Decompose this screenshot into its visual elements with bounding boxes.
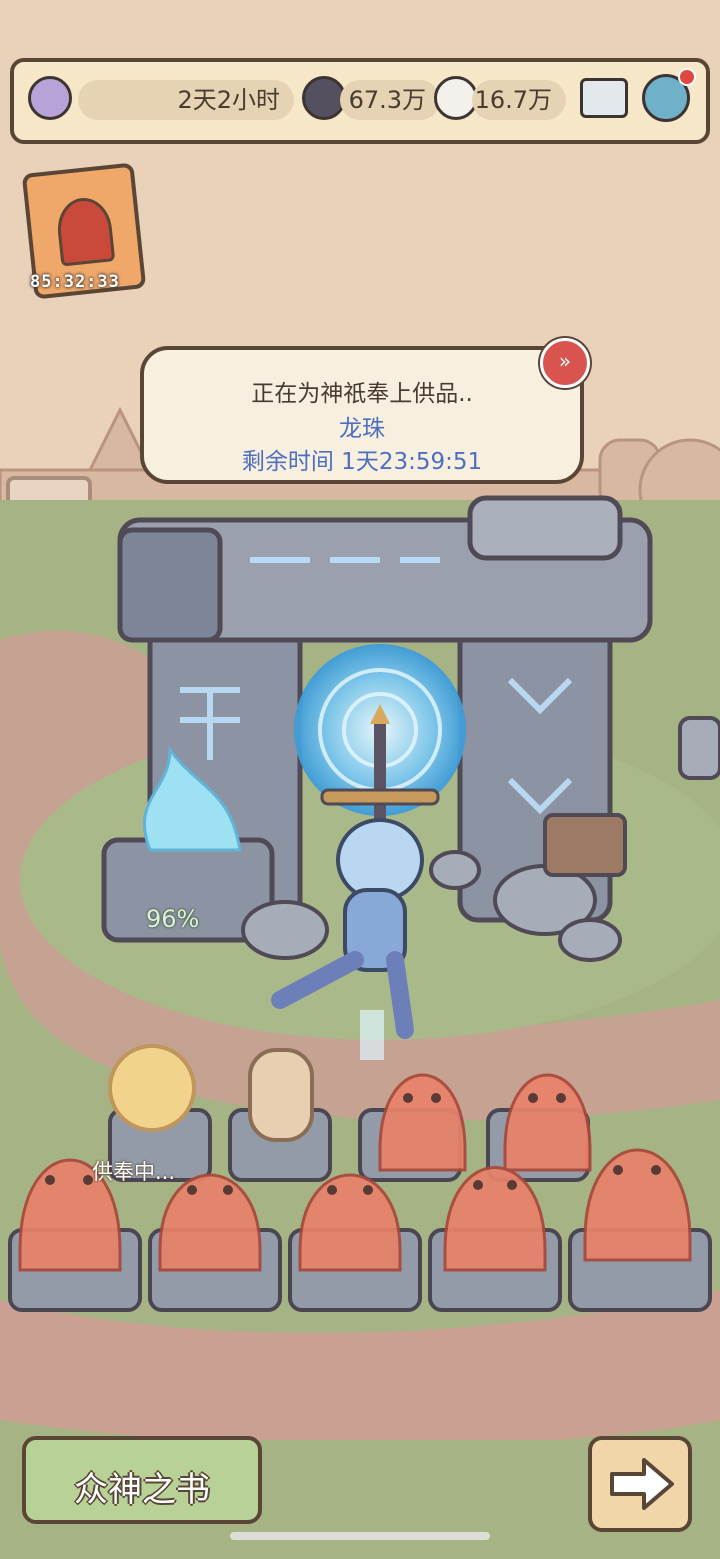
currency1-pill: 67.3万 — [340, 80, 440, 120]
purple-ghost-icon[interactable] — [28, 76, 72, 120]
time-remaining-pill: 2天2小时 — [78, 80, 294, 120]
carrot-card-icon — [54, 195, 116, 267]
next-button[interactable] — [588, 1436, 692, 1532]
offering-status: 供奉中... — [92, 1160, 176, 1184]
offering-item: 龙珠 — [339, 416, 385, 442]
event-timer: 85:32:33 — [30, 272, 120, 292]
offering-remaining-time: 剩余时间 1天23:59:51 — [241, 449, 483, 475]
notification-dot — [678, 68, 696, 86]
arrow-right-icon — [610, 1458, 674, 1510]
currency2-value: 16.7万 — [474, 86, 552, 114]
golden-orb — [108, 1044, 196, 1132]
book-of-gods-button[interactable]: 众神之书 — [22, 1436, 262, 1524]
fast-forward-icon[interactable]: » — [540, 338, 590, 388]
offering-bubble: 正在为神祇奉上供品.. 龙珠 剩余时间 1天23:59:51 — [140, 346, 584, 484]
book-of-gods-label: 众神之书 — [74, 1470, 210, 1510]
time-remaining-text: 2天2小时 — [177, 86, 280, 114]
home-indicator[interactable] — [230, 1532, 490, 1540]
jar — [248, 1048, 314, 1142]
rusty-machine — [543, 813, 627, 877]
flame-percent: 96% — [146, 905, 200, 933]
mail-icon[interactable] — [580, 78, 628, 118]
currency2-pill: 16.7万 — [472, 80, 566, 120]
top-resource-bar: 2天2小时 67.3万 16.7万 — [10, 58, 710, 144]
game-scene: 2天2小时 67.3万 16.7万 85:32:33 正在为神祇奉上供品.. 龙… — [0, 0, 720, 1559]
offering-message: 正在为神祇奉上供品.. — [251, 381, 473, 407]
currency1-value: 67.3万 — [348, 86, 426, 114]
